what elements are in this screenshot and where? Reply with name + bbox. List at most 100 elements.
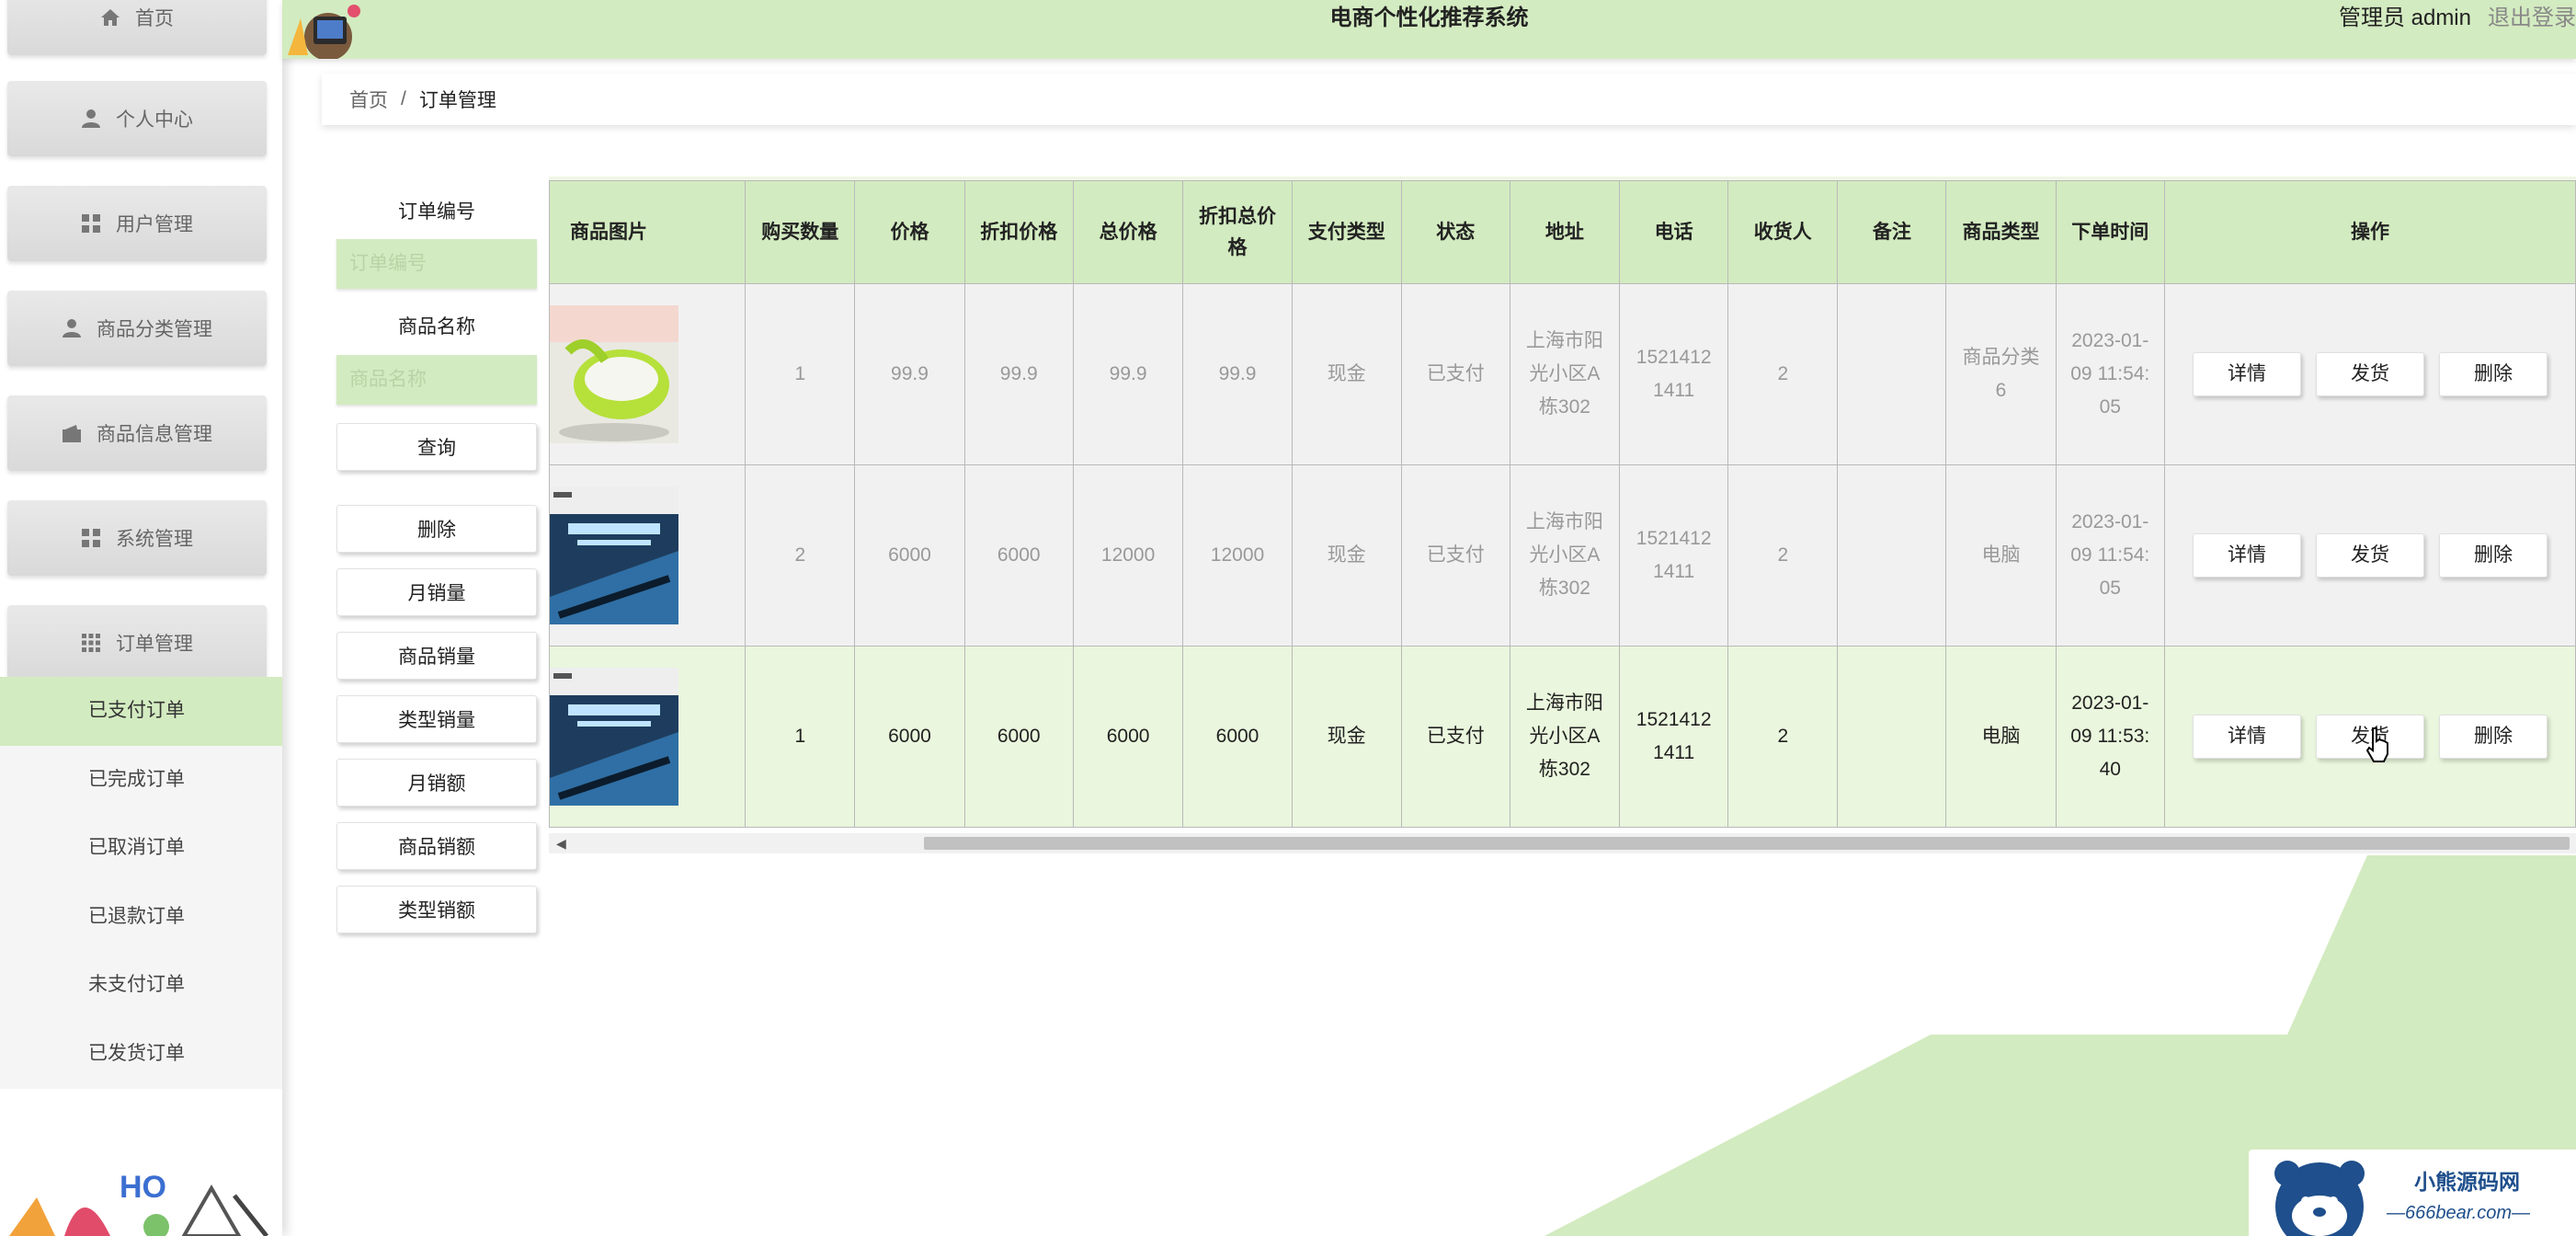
submenu-item-completed[interactable]: 已完成订单: [0, 746, 282, 815]
sidebar-item-label: 订单管理: [116, 634, 193, 655]
user-icon: [62, 318, 82, 338]
scrollbar-thumb[interactable]: [924, 837, 2570, 850]
table-row: 1 6000 6000 6000 6000 现金 已支付 上海市阳光小区A栋30…: [549, 646, 2576, 828]
status-cell: 已支付: [1400, 283, 1510, 465]
row-delete-button[interactable]: 删除: [2438, 533, 2548, 578]
sidebar-item-home[interactable]: 首页: [7, 0, 267, 55]
sidebar-item-label: 系统管理: [116, 529, 193, 550]
price-cell: 6000: [854, 464, 965, 647]
detail-button[interactable]: 详情: [2192, 533, 2301, 578]
row-delete-button[interactable]: 删除: [2438, 352, 2548, 396]
col-header-actions: 操作: [2163, 180, 2576, 284]
sidebar-item-products[interactable]: 商品信息管理: [7, 395, 267, 471]
user-icon: [81, 109, 101, 129]
col-header-time: 下单时间: [2055, 180, 2165, 284]
sidebar-item-users[interactable]: 用户管理: [7, 186, 267, 261]
bear-logo-icon: [2274, 1161, 2365, 1236]
user-area: 管理员 admin 退出登录: [2339, 0, 2576, 37]
scroll-left-icon[interactable]: ◀: [556, 833, 566, 853]
time-cell: 2023-01-09 11:54:05: [2055, 464, 2165, 647]
total-cell: 12000: [1072, 464, 1184, 647]
monthly-sales-button[interactable]: 月销量: [336, 568, 537, 616]
sidebar: 首页 个人中心 用户管理 商品分类管理 商品信息管理 系统管理 订单管理 已支付…: [0, 0, 282, 1236]
order-table: 商品图片 购买数量 价格 折扣价格 总价格 折扣总价格 支付类型 状态 地址 电…: [549, 180, 2576, 828]
breadcrumb-separator: /: [401, 88, 406, 109]
sidebar-item-orders[interactable]: 订单管理: [7, 605, 267, 681]
detail-button[interactable]: 详情: [2192, 352, 2301, 396]
logout-link[interactable]: 退出登录: [2488, 6, 2576, 30]
admin-name: 管理员 admin: [2338, 6, 2471, 30]
order-no-label: 订单编号: [398, 201, 475, 223]
product-sales-button[interactable]: 商品销量: [336, 632, 537, 680]
total-cell: 99.9: [1072, 283, 1184, 465]
delete-button[interactable]: 删除: [336, 505, 537, 553]
qty-cell: 1: [745, 646, 856, 828]
sidebar-item-label: 首页: [135, 8, 174, 29]
sidebar-item-category[interactable]: 商品分类管理: [7, 291, 267, 366]
discount-total-cell: 12000: [1182, 464, 1293, 647]
col-header-address: 地址: [1509, 180, 1621, 284]
doodle-decoration: HO: [9, 1170, 268, 1236]
order-table-container: 商品图片 购买数量 价格 折扣价格 总价格 折扣总价格 支付类型 状态 地址 电…: [549, 177, 2576, 853]
col-header-receiver: 收货人: [1727, 180, 1839, 284]
orders-submenu: 已支付订单 已完成订单 已取消订单 已退款订单 未支付订单 已发货订单: [0, 677, 282, 1089]
system-title: 电商个性化推荐系统: [1329, 6, 1529, 30]
col-header-phone: 电话: [1619, 180, 1729, 284]
product-amount-button[interactable]: 商品销额: [336, 822, 537, 870]
svg-text:HO: HO: [120, 1170, 166, 1205]
row-delete-button[interactable]: 删除: [2438, 715, 2548, 759]
product-image-laptop: [550, 668, 678, 806]
discount-price-cell: 99.9: [963, 283, 1074, 465]
order-no-input[interactable]: [336, 239, 537, 289]
query-button[interactable]: 查询: [336, 423, 537, 471]
sidebar-item-profile[interactable]: 个人中心: [7, 81, 267, 156]
receiver-cell: 2: [1727, 646, 1839, 828]
watermark-url: —666bear.com—: [2387, 1203, 2530, 1223]
qty-cell: 1: [745, 283, 856, 465]
detail-button[interactable]: 详情: [2192, 715, 2301, 759]
col-header-total: 总价格: [1072, 180, 1184, 284]
ship-button[interactable]: 发货: [2315, 533, 2424, 578]
pay-type-cell: 现金: [1291, 646, 1402, 828]
submenu-item-paid[interactable]: 已支付订单: [0, 677, 282, 746]
monthly-amount-button[interactable]: 月销额: [336, 759, 537, 807]
col-header-discount-price: 折扣价格: [963, 180, 1074, 284]
ship-button[interactable]: 发货: [2315, 352, 2424, 396]
top-bar: 电商个性化推荐系统 管理员 admin 退出登录: [282, 0, 2576, 59]
product-image-cell: [549, 464, 747, 647]
breadcrumb-home[interactable]: 首页: [349, 86, 388, 113]
submenu-item-shipped[interactable]: 已发货订单: [0, 1020, 282, 1089]
status-cell: 已支付: [1400, 464, 1510, 647]
col-header-qty: 购买数量: [745, 180, 856, 284]
type-sales-button[interactable]: 类型销量: [336, 695, 537, 743]
phone-cell: 15214121411: [1619, 283, 1729, 465]
price-cell: 6000: [854, 646, 965, 828]
submenu-item-cancelled[interactable]: 已取消订单: [0, 814, 282, 883]
table-row: 1 99.9 99.9 99.9 99.9 现金 已支付 上海市阳光小区A栋30…: [549, 283, 2576, 465]
sidebar-item-system[interactable]: 系统管理: [7, 500, 267, 576]
horizontal-scrollbar[interactable]: ◀: [549, 833, 2576, 853]
discount-price-cell: 6000: [963, 464, 1074, 647]
col-header-price: 价格: [854, 180, 965, 284]
time-cell: 2023-01-09 11:53:40: [2055, 646, 2165, 828]
submenu-item-refunded[interactable]: 已退款订单: [0, 883, 282, 952]
status-cell: 已支付: [1400, 646, 1510, 828]
submenu-item-unpaid[interactable]: 未支付订单: [0, 951, 282, 1020]
col-header-category: 商品类型: [1945, 180, 2057, 284]
table-header-row: 商品图片 购买数量 价格 折扣价格 总价格 折扣总价格 支付类型 状态 地址 电…: [549, 180, 2576, 284]
table-row: 2 6000 6000 12000 12000 现金 已支付 上海市阳光小区A栋…: [549, 464, 2576, 647]
grid-icon: [81, 528, 101, 548]
time-cell: 2023-01-09 11:54:05: [2055, 283, 2165, 465]
category-cell: 电脑: [1945, 646, 2057, 828]
col-header-note: 备注: [1837, 180, 1947, 284]
product-name-input[interactable]: [336, 355, 537, 405]
type-amount-button[interactable]: 类型销额: [336, 886, 537, 933]
pay-type-cell: 现金: [1291, 283, 1402, 465]
discount-price-cell: 6000: [963, 646, 1074, 828]
watermark-title: 小熊源码网: [2414, 1170, 2520, 1194]
address-cell: 上海市阳光小区A栋302: [1509, 464, 1621, 647]
total-cell: 6000: [1072, 646, 1184, 828]
watermark: 小熊源码网 —666bear.com—: [2249, 1150, 2576, 1236]
breadcrumb-current: 订单管理: [418, 90, 496, 111]
sidebar-item-label: 个人中心: [116, 109, 193, 131]
